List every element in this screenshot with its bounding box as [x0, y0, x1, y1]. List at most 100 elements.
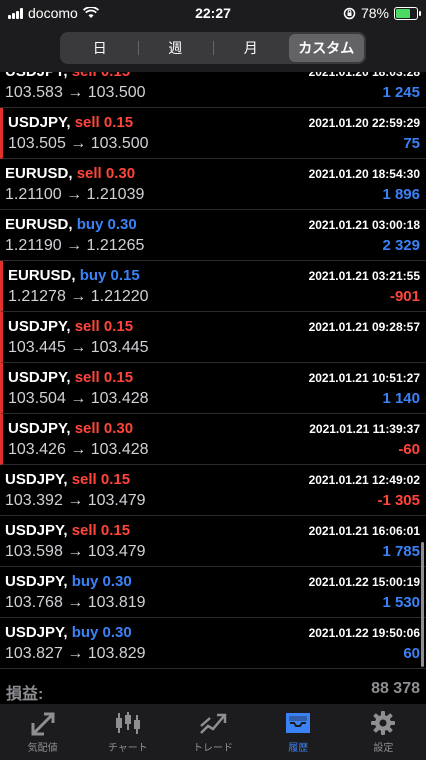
trade-symbol: USDJPY: [5, 72, 63, 80]
trade-separator: ,: [63, 471, 72, 488]
trade-row[interactable]: USDJPY, sell 0.15 2021.01.21 16:06:01 103.…: [0, 516, 426, 567]
tab-week[interactable]: 週: [137, 34, 214, 62]
trade-side: sell: [74, 318, 100, 335]
history-icon: [286, 713, 311, 733]
trade-row[interactable]: USDJPY, sell 0.30 2021.01.21 11:39:37 103.…: [0, 414, 426, 465]
trade-row[interactable]: USDJPY, sell 0.15 2021.01.20 18:03:28 103.…: [0, 72, 426, 108]
trade-prices: 103.827 → 103.829: [5, 645, 146, 662]
tab-settings-label: 設定: [373, 743, 394, 754]
trade-lots: 0.15: [101, 72, 130, 80]
tab-history-label: 履歴: [288, 743, 309, 754]
trade-profit: 1 530: [382, 594, 420, 611]
profit-label: 損益:: [6, 686, 44, 703]
trade-row[interactable]: EURUSD, buy 0.15 2021.01.21 03:21:55 1.212…: [0, 261, 426, 312]
trade-title: EURUSD, buy 0.15: [8, 267, 140, 284]
trade-lots: 0.30: [102, 573, 132, 590]
trade-title: USDJPY, sell 0.15: [8, 318, 133, 335]
tab-month[interactable]: 月: [213, 34, 289, 62]
tab-trade[interactable]: トレード: [170, 704, 255, 760]
trade-prices: 1.21100 → 1.21039: [5, 186, 145, 203]
trade-prices: 103.426 → 103.428: [8, 441, 149, 458]
trade-date: 2021.01.20 18:54:30: [308, 167, 420, 181]
trade-separator: ,: [66, 420, 75, 437]
tab-chart[interactable]: チャート: [85, 704, 170, 760]
trade-symbol: EURUSD: [5, 165, 69, 182]
trade-symbol: USDJPY: [5, 573, 64, 590]
trade-row[interactable]: EURUSD, sell 0.30 2021.01.20 18:54:30 1.21…: [0, 159, 426, 210]
trade-symbol: EURUSD: [8, 267, 72, 284]
trade-lots: 0.15: [100, 471, 131, 488]
trade-icon: [200, 713, 227, 734]
trade-side: buy: [76, 216, 104, 233]
trade-row[interactable]: USDJPY, sell 0.15 2021.01.21 12:49:02 103.…: [0, 465, 426, 516]
trade-row[interactable]: USDJPY, buy 0.30 2021.01.22 15:00:19 103.7…: [0, 567, 426, 618]
trade-side: sell: [74, 420, 100, 437]
trade-profit: 2 329: [382, 237, 420, 254]
trade-date: 2021.01.21 03:00:18: [308, 218, 420, 232]
trade-profit: 1 785: [382, 543, 420, 560]
trade-lots: 0.15: [103, 114, 134, 131]
trade-date: 2021.01.21 16:06:01: [308, 524, 420, 538]
trade-profit: 1 245: [382, 84, 420, 101]
trade-symbol: USDJPY: [8, 114, 67, 131]
trade-separator: ,: [71, 267, 80, 284]
trade-side: sell: [74, 369, 100, 386]
gear-icon: [371, 711, 396, 735]
trade-row[interactable]: USDJPY, buy 0.30 2021.01.22 19:50:06 103.8…: [0, 618, 426, 669]
trade-side: sell: [71, 471, 97, 488]
trade-row[interactable]: USDJPY, sell 0.15 2021.01.20 22:59:29 103.…: [0, 108, 426, 159]
trade-title: USDJPY, sell 0.15: [8, 369, 133, 386]
profit-total: 88 378: [371, 680, 420, 697]
trade-date: 2021.01.22 15:00:19: [308, 575, 420, 589]
trade-title: USDJPY, sell 0.15: [5, 471, 130, 488]
tab-day[interactable]: 日: [62, 34, 138, 62]
trade-lots: 0.30: [102, 624, 132, 641]
trade-prices: 103.392 → 103.479: [5, 492, 146, 509]
trade-row[interactable]: USDJPY, sell 0.15 2021.01.21 10:51:27 103.…: [0, 363, 426, 414]
trade-title: EURUSD, buy 0.30: [5, 216, 137, 233]
trade-lots: 0.15: [110, 267, 140, 284]
profit-summary: 損益: 88 378: [0, 676, 426, 704]
tab-settings[interactable]: 設定: [341, 704, 426, 760]
trade-history-list[interactable]: USDJPY, sell 0.15 2021.01.20 18:03:28 103.…: [0, 72, 426, 676]
trade-title: USDJPY, sell 0.15: [5, 522, 130, 539]
trade-date: 2021.01.20 18:03:28: [308, 72, 420, 79]
trade-profit: -60: [398, 441, 420, 458]
trade-separator: ,: [66, 318, 75, 335]
trade-prices: 103.445 → 103.445: [8, 339, 149, 356]
trade-side: sell: [72, 72, 97, 80]
tab-quotes[interactable]: 気配値: [0, 704, 85, 760]
trade-side: sell: [76, 165, 102, 182]
trade-profit: 75: [403, 135, 420, 152]
trade-lots: 0.30: [103, 420, 134, 437]
trade-date: 2021.01.21 11:39:37: [309, 422, 420, 436]
trade-side: buy: [71, 624, 99, 641]
trade-symbol: USDJPY: [8, 318, 67, 335]
trade-title: USDJPY, sell 0.15: [5, 72, 130, 80]
tab-custom[interactable]: カスタム: [288, 34, 364, 62]
trade-symbol: USDJPY: [5, 471, 64, 488]
period-header: 日 週 月 カスタム: [0, 28, 426, 72]
trade-lots: 0.30: [105, 165, 136, 182]
trade-side: sell: [71, 522, 97, 539]
trade-row[interactable]: USDJPY, sell 0.15 2021.01.21 09:28:57 103.…: [0, 312, 426, 363]
trade-profit: 1 140: [382, 390, 420, 407]
trade-symbol: USDJPY: [5, 522, 64, 539]
tab-history[interactable]: 履歴: [256, 704, 341, 760]
trade-symbol: USDJPY: [8, 369, 67, 386]
battery-percent: 78%: [360, 5, 389, 21]
trade-row[interactable]: EURUSD, buy 0.30 2021.01.21 03:00:18 1.211…: [0, 210, 426, 261]
chart-icon: [115, 712, 140, 734]
trade-side: buy: [71, 573, 99, 590]
trade-lots: 0.30: [107, 216, 137, 233]
trade-lots: 0.15: [100, 522, 131, 539]
trade-profit: -1 305: [377, 492, 420, 509]
status-bar: docomo 22:27 78%: [0, 0, 426, 28]
trade-prices: 1.21190 → 1.21265: [5, 237, 145, 254]
scrollbar[interactable]: [421, 542, 424, 667]
trade-lots: 0.15: [103, 369, 134, 386]
trade-title: USDJPY, buy 0.30: [5, 573, 132, 590]
trade-title: USDJPY, sell 0.15: [8, 114, 133, 131]
trade-separator: ,: [66, 369, 75, 386]
tab-bar: 気配値 チャート トレード 履歴 設定: [0, 704, 426, 760]
